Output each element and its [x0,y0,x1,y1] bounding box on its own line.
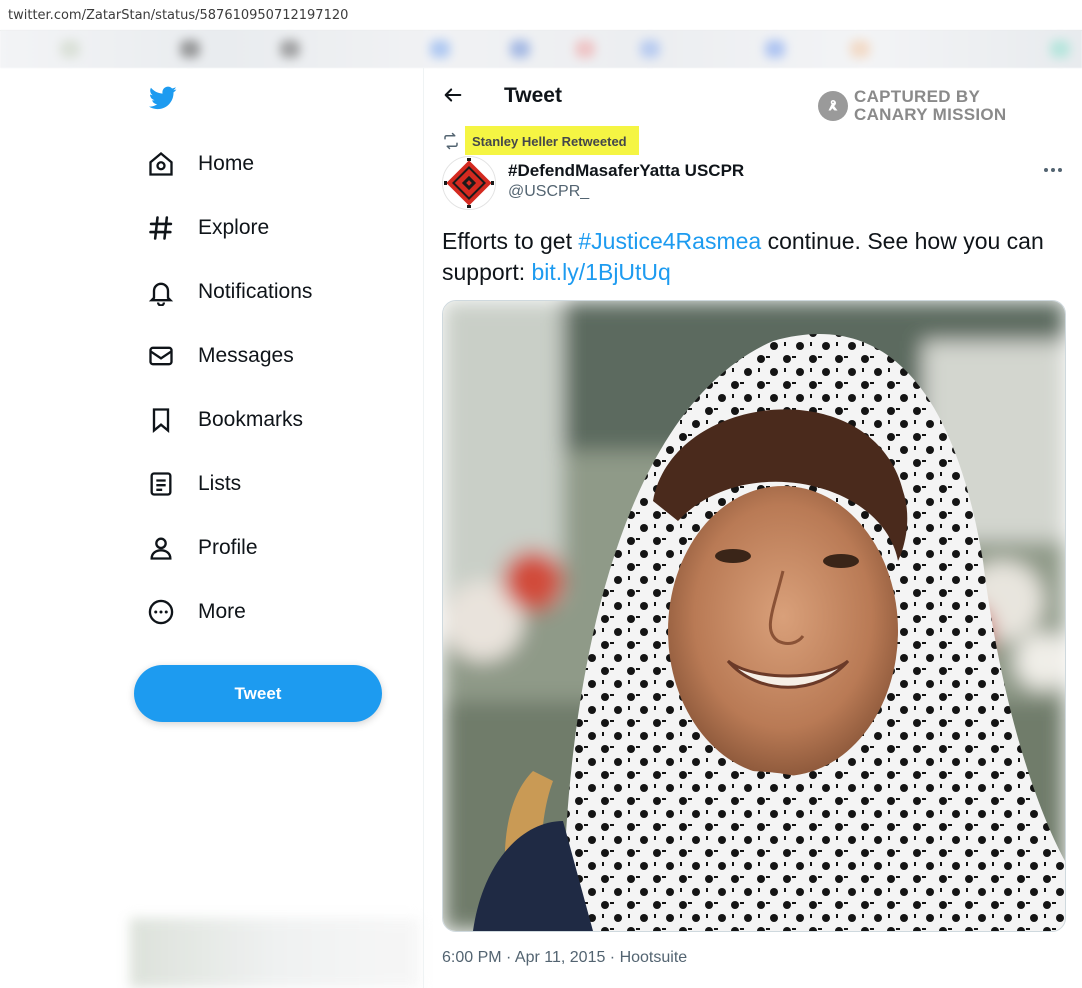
watermark-text: CAPTURED BY CANARY MISSION [854,87,1007,124]
back-arrow-icon[interactable] [442,84,464,106]
twitter-bird-icon[interactable] [147,84,179,112]
bookmark-icon [152,408,170,433]
hashtag-link[interactable]: #Justice4Rasmea [578,228,761,254]
sidebar-item-label: Notifications [198,280,313,303]
sidebar-item-label: Home [198,152,255,175]
sidebar-item-notifications[interactable]: Notifications [147,272,312,312]
sidebar-item-label: More [198,600,246,623]
sidebar-item-label: Profile [198,536,258,559]
list-icon [150,472,172,496]
bookmarks-bar [0,30,1082,68]
page-title: Tweet [504,84,562,107]
more-options-icon[interactable] [1042,162,1064,178]
sidebar-item-label: Messages [198,344,294,367]
hashtag-icon [149,216,173,240]
sidebar-item-profile[interactable]: Profile [147,528,258,568]
retweeted-by-label[interactable]: Stanley Heller Retweeted [465,126,639,155]
main-column: Tweet CAPTURED BY CANARY MISSION Stanley… [424,68,1082,988]
home-icon [149,151,173,176]
author-name[interactable]: #DefendMasaferYatta USCPR [508,161,744,181]
sidebar-item-bookmarks[interactable]: Bookmarks [147,400,303,440]
sidebar-item-lists[interactable]: Lists [147,464,241,504]
sidebar-item-label: Bookmarks [198,408,304,431]
sidebar: Home Explore Notifications Messages Book… [0,68,424,988]
person-icon [150,537,172,560]
sidebar-item-label: Lists [198,472,242,495]
bell-icon [148,282,174,306]
sidebar-item-home[interactable]: Home [147,144,254,184]
sidebar-item-messages[interactable]: Messages [147,336,294,376]
sidebar-item-explore[interactable]: Explore [147,208,269,248]
tweet-text: Efforts to get #Justice4Rasmea continue.… [442,228,1044,285]
tweet-timestamp[interactable]: 6:00 PM · Apr 11, 2015 · Hootsuite [442,949,687,967]
sidebar-item-label: Explore [198,216,270,239]
tweet-photo[interactable] [442,300,1066,932]
author-handle[interactable]: @USCPR_ [508,183,589,201]
avatar[interactable] [442,156,496,210]
watermark: CAPTURED BY CANARY MISSION [818,88,1007,124]
url-link[interactable]: bit.ly/1BjUtUq [532,259,671,285]
tweet-button[interactable]: Tweet [134,665,382,722]
account-switcher[interactable] [130,918,420,988]
sidebar-item-more[interactable]: More [147,592,246,632]
canary-icon [818,91,848,121]
url-text[interactable]: twitter.com/ZatarStan/status/58761095071… [8,8,348,23]
retweet-context: Stanley Heller Retweeted [442,126,639,155]
retweet-icon [444,132,458,149]
envelope-icon [149,346,173,366]
more-circle-icon [148,599,174,625]
address-bar[interactable]: twitter.com/ZatarStan/status/58761095071… [0,0,1082,31]
